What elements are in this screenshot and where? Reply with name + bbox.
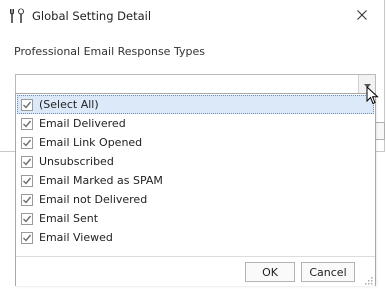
checkbox[interactable]	[21, 136, 33, 149]
checkbox[interactable]	[21, 155, 33, 168]
tools-icon	[9, 8, 25, 24]
resize-grip-icon[interactable]	[364, 275, 373, 285]
checkbox[interactable]	[21, 98, 33, 111]
list-item[interactable]: Email Delivered	[17, 114, 374, 133]
checklist-popup: (Select All) Email Delivered Email Link …	[15, 93, 376, 286]
close-button[interactable]	[352, 6, 372, 26]
close-icon	[357, 9, 367, 23]
mouse-pointer-icon	[366, 85, 380, 106]
list-item[interactable]: Email Marked as SPAM	[17, 171, 374, 190]
list-item-label: Unsubscribed	[39, 155, 114, 168]
checkbox[interactable]	[21, 193, 33, 206]
list-item-label: (Select All)	[39, 98, 99, 111]
check-icon	[23, 101, 32, 109]
response-types-label: Professional Email Response Types	[14, 45, 205, 58]
list-item[interactable]: Email not Delivered	[17, 190, 374, 209]
list-item[interactable]: Email Viewed	[17, 228, 374, 247]
list-item-label: Email Marked as SPAM	[39, 174, 163, 187]
list-item[interactable]: Unsubscribed	[17, 152, 374, 171]
check-icon	[23, 196, 32, 204]
list-item-label: Email not Delivered	[39, 193, 148, 206]
checklist: (Select All) Email Delivered Email Link …	[17, 95, 374, 247]
check-icon	[23, 139, 32, 147]
list-item[interactable]: Email Sent	[17, 209, 374, 228]
cancel-button[interactable]: Cancel	[301, 262, 355, 282]
title-bar: Global Setting Detail	[0, 0, 384, 32]
checkbox[interactable]	[21, 174, 33, 187]
response-types-combo[interactable]	[15, 74, 376, 94]
list-item-label: Email Delivered	[39, 117, 126, 130]
check-icon	[23, 158, 32, 166]
checkbox[interactable]	[21, 231, 33, 244]
list-item-label: Email Viewed	[39, 231, 113, 244]
list-item-label: Email Link Opened	[39, 136, 143, 149]
checkbox[interactable]	[21, 212, 33, 225]
check-icon	[23, 215, 32, 223]
list-item[interactable]: Email Link Opened	[17, 133, 374, 152]
window-title: Global Setting Detail	[32, 9, 152, 23]
list-item-select-all[interactable]: (Select All)	[17, 95, 374, 114]
checkbox[interactable]	[21, 117, 33, 130]
list-item-label: Email Sent	[39, 212, 99, 225]
check-icon	[23, 120, 32, 128]
ok-button[interactable]: OK	[245, 262, 295, 282]
check-icon	[23, 177, 32, 185]
check-icon	[23, 234, 32, 242]
popup-footer: OK Cancel	[16, 256, 375, 286]
